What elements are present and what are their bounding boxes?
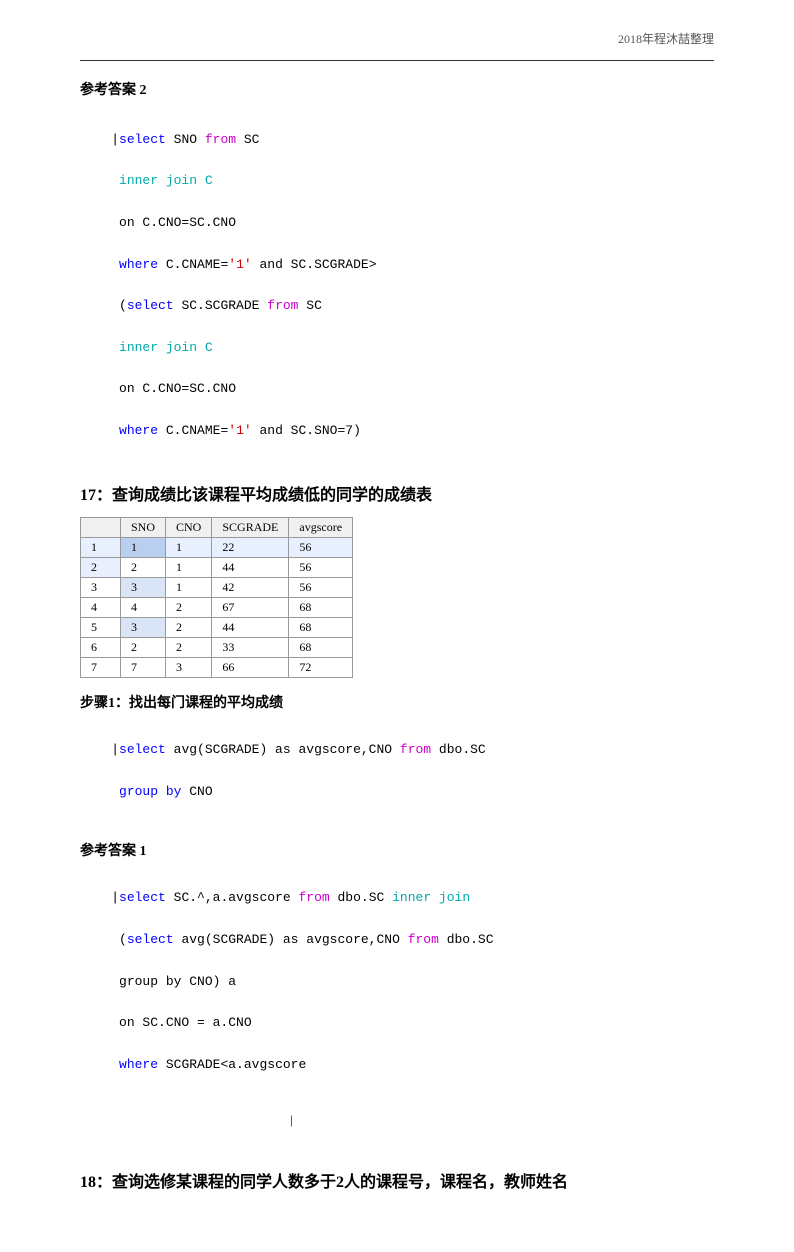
cell-scgrade: 42 <box>212 577 289 597</box>
cell-sno: 4 <box>121 597 166 617</box>
text-cursor: | <box>290 1112 714 1128</box>
cell-sno: 7 <box>121 657 166 677</box>
cell-scgrade: 33 <box>212 637 289 657</box>
cell-sno: 3 <box>121 617 166 637</box>
cell-cno: 1 <box>166 537 212 557</box>
cell-sno: 3 <box>121 577 166 597</box>
table-col-avgscore: avgscore <box>289 517 353 537</box>
cell-scgrade: 22 <box>212 537 289 557</box>
ref1-title: 参考答案 1 <box>80 840 714 860</box>
cell-avgscore: 72 <box>289 657 353 677</box>
table-row: 1 1 1 22 56 <box>81 537 353 557</box>
row-num: 5 <box>81 617 121 637</box>
row-num: 6 <box>81 637 121 657</box>
table-row: 6 2 2 33 68 <box>81 637 353 657</box>
table-row: 2 2 1 44 56 <box>81 557 353 577</box>
table-row: 3 3 1 42 56 <box>81 577 353 597</box>
table-row: 7 7 3 66 72 <box>81 657 353 677</box>
table-col-rownum <box>81 517 121 537</box>
cell-avgscore: 68 <box>289 597 353 617</box>
cell-scgrade: 66 <box>212 657 289 677</box>
row-num: 3 <box>81 577 121 597</box>
heading-17: 17：查询成绩比该课程平均成绩低的同学的成绩表 <box>80 481 714 505</box>
table-col-cno: CNO <box>166 517 212 537</box>
cell-cno: 2 <box>166 637 212 657</box>
row-num: 4 <box>81 597 121 617</box>
cell-cno: 1 <box>166 577 212 597</box>
table-col-scgrade: SCGRADE <box>212 517 289 537</box>
cell-cno: 1 <box>166 557 212 577</box>
cell-avgscore: 56 <box>289 557 353 577</box>
cell-avgscore: 68 <box>289 637 353 657</box>
table-row: 5 3 2 44 68 <box>81 617 353 637</box>
page: 2018年程沐喆整理 参考答案 2 |select SNO from SC in… <box>0 0 794 1252</box>
row-num: 7 <box>81 657 121 677</box>
cell-cno: 2 <box>166 597 212 617</box>
heading-18: 18：查询选修某课程的同学人数多于2人的课程号，课程名，教师姓名 <box>80 1168 714 1192</box>
table-17: SNO CNO SCGRADE avgscore 1 1 1 22 56 2 2… <box>80 517 353 678</box>
step1-title: 步骤1：找出每门课程的平均成绩 <box>80 692 714 712</box>
row-num: 1 <box>81 537 121 557</box>
top-divider <box>80 60 714 61</box>
cell-sno: 2 <box>121 637 166 657</box>
table-row: 4 4 2 67 68 <box>81 597 353 617</box>
cell-sno: 1 <box>121 537 166 557</box>
cell-scgrade: 44 <box>212 557 289 577</box>
cell-cno: 2 <box>166 617 212 637</box>
row-num: 2 <box>81 557 121 577</box>
table-col-sno: SNO <box>121 517 166 537</box>
header-text: 2018年程沐喆整理 <box>618 30 714 47</box>
cell-scgrade: 44 <box>212 617 289 637</box>
cell-sno: 2 <box>121 557 166 577</box>
cell-avgscore: 56 <box>289 577 353 597</box>
code-block-2: |select avg(SCGRADE) as avgscore,CNO fro… <box>80 720 714 824</box>
code-block-3: |select SC.^,a.avgscore from dbo.SC inne… <box>80 868 714 1097</box>
cell-scgrade: 67 <box>212 597 289 617</box>
cell-avgscore: 56 <box>289 537 353 557</box>
ref2-title: 参考答案 2 <box>80 79 714 99</box>
cell-cno: 3 <box>166 657 212 677</box>
code-block-1: |select SNO from SC inner join C on C.CN… <box>80 109 714 463</box>
cell-avgscore: 68 <box>289 617 353 637</box>
